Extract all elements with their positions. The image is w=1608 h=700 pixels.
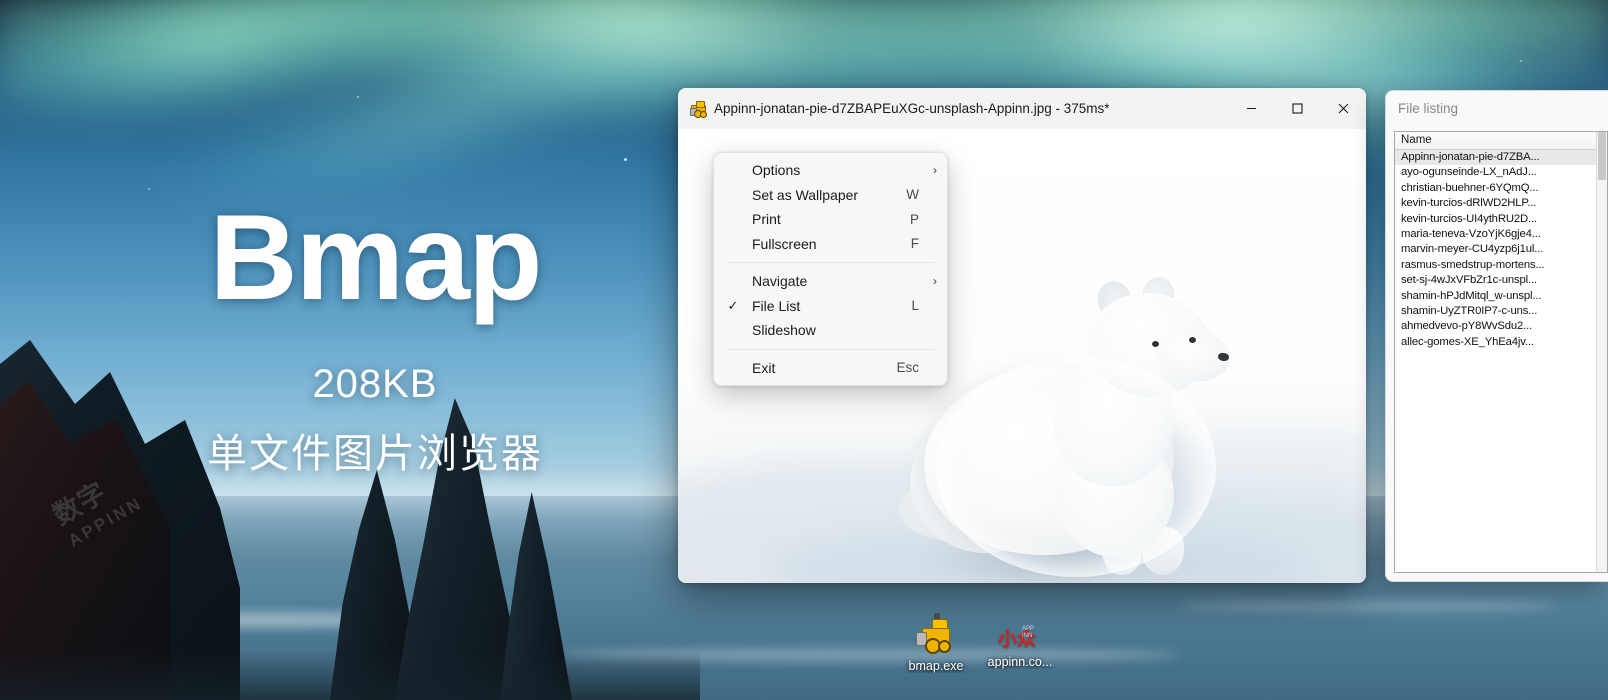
maximize-button[interactable] (1274, 88, 1320, 129)
file-listing-row[interactable]: marvin-meyer-CU4yzp6j1ul... (1395, 242, 1607, 257)
chevron-right-icon: › (933, 274, 937, 289)
menu-item-set-as-wallpaper[interactable]: Set as Wallpaper W (714, 183, 947, 208)
context-menu[interactable]: Options › Set as Wallpaper W Print P Fullscree… (713, 152, 948, 386)
shoreline (0, 650, 700, 700)
menu-separator (726, 262, 935, 263)
file-listing-row[interactable]: kevin-turcios-dRlWD2HLP... (1395, 196, 1607, 211)
window-titlebar[interactable]: Appinn-jonatan-pie-d7ZBAPEuXGc-unsplash-… (678, 88, 1366, 129)
menu-item-label: File List (752, 297, 801, 314)
file-listing-row[interactable]: rasmus-smedstrup-mortens... (1395, 258, 1607, 273)
menu-item-shortcut: F (910, 236, 919, 252)
promo-size: 208KB (312, 362, 438, 406)
menu-item-shortcut: P (909, 211, 919, 227)
desktop-icon-appinn[interactable]: 小众 APP INN appinn.co... (972, 616, 1068, 669)
menu-item-exit[interactable]: Exit Esc (714, 356, 947, 381)
file-listing-panel[interactable]: File listing Name Appinn-jonatan-pie-d7Z… (1385, 90, 1608, 582)
file-listing-row[interactable]: Appinn-jonatan-pie-d7ZBA... (1395, 150, 1607, 166)
menu-item-fullscreen[interactable]: Fullscreen F (714, 232, 947, 257)
menu-item-label: Set as Wallpaper (752, 186, 859, 203)
maximize-icon (1291, 103, 1303, 114)
menu-item-print[interactable]: Print P (714, 207, 947, 232)
desktop-icon-bmap-exe[interactable]: bmap.exe (888, 612, 984, 673)
close-icon (1338, 103, 1348, 114)
menu-item-label: Exit (752, 359, 776, 376)
menu-item-label: Print (752, 211, 781, 228)
close-button[interactable] (1320, 88, 1366, 129)
menu-item-file-list[interactable]: ✓ File List L (714, 294, 947, 319)
promo-tagline: 单文件图片浏览器 (207, 431, 543, 477)
file-listing-row[interactable]: set-sj-4wJxVFbZr1c-unspl... (1395, 273, 1607, 288)
file-listing-row[interactable]: ayo-ogunseinde-LX_nAdJ... (1395, 165, 1607, 180)
scrollbar-thumb[interactable] (1598, 132, 1606, 180)
menu-item-options[interactable]: Options › (714, 158, 947, 183)
file-listing-row[interactable]: maria-teneva-VzoYjK6gje4... (1395, 227, 1607, 242)
star (1520, 60, 1522, 62)
menu-item-label: Options (752, 162, 801, 179)
menu-item-shortcut: L (911, 298, 919, 314)
desktop-icon-label: appinn.co... (987, 655, 1053, 669)
star (148, 188, 150, 190)
menu-item-label: Fullscreen (752, 235, 817, 252)
star (624, 158, 627, 161)
star (357, 96, 359, 98)
menu-item-slideshow[interactable]: Slideshow (714, 318, 947, 343)
checkmark-icon: ✓ (727, 297, 739, 313)
minimize-icon (1246, 107, 1256, 110)
desktop-icon-label: bmap.exe (908, 659, 964, 673)
file-listing-row[interactable]: ahmedvevo-pY8WvSdu2... (1395, 319, 1607, 334)
file-listing-row[interactable]: shamin-hPJdMitql_w-unspl... (1395, 289, 1607, 304)
file-listing-row[interactable]: christian-buehner-6YQmQ... (1395, 181, 1607, 196)
promo-block: Bmap 208KB 单文件图片浏览器 (0, 196, 750, 479)
file-listing-rows[interactable]: Appinn-jonatan-pie-d7ZBA... ayo-ogunseind… (1395, 150, 1607, 572)
menu-item-shortcut: Esc (896, 360, 919, 376)
file-listing-scrollbar[interactable] (1596, 132, 1607, 572)
column-header-name[interactable]: Name (1395, 132, 1607, 150)
file-listing-title: File listing (1398, 101, 1459, 116)
file-listing-row[interactable]: shamin-UyZTR0IP7-c-uns... (1395, 304, 1607, 319)
bulldozer-icon (690, 100, 707, 118)
arctic-fox-subject (893, 237, 1236, 583)
file-listing-row[interactable]: kevin-turcios-UI4ythRU2D... (1395, 212, 1607, 227)
file-listing-row[interactable]: allec-gomes-XE_YhEa4jv... (1395, 335, 1607, 350)
menu-item-navigate[interactable]: Navigate › (714, 269, 947, 294)
chevron-right-icon: › (933, 163, 937, 178)
bulldozer-icon (914, 612, 958, 656)
promo-title: Bmap (209, 189, 543, 325)
file-listing-table[interactable]: Name Appinn-jonatan-pie-d7ZBA... ayo-ogun… (1394, 131, 1608, 573)
menu-separator (726, 348, 935, 350)
window-controls (1228, 88, 1366, 129)
minimize-button[interactable] (1228, 88, 1274, 129)
appinn-logo-icon: 小众 APP INN (998, 626, 1037, 650)
menu-item-label: Navigate (752, 273, 808, 290)
sea-foam (1180, 600, 1560, 612)
window-title: Appinn-jonatan-pie-d7ZBAPEuXGc-unsplash-… (714, 101, 1110, 116)
menu-item-label: Slideshow (752, 322, 816, 339)
menu-item-shortcut: W (906, 187, 919, 203)
